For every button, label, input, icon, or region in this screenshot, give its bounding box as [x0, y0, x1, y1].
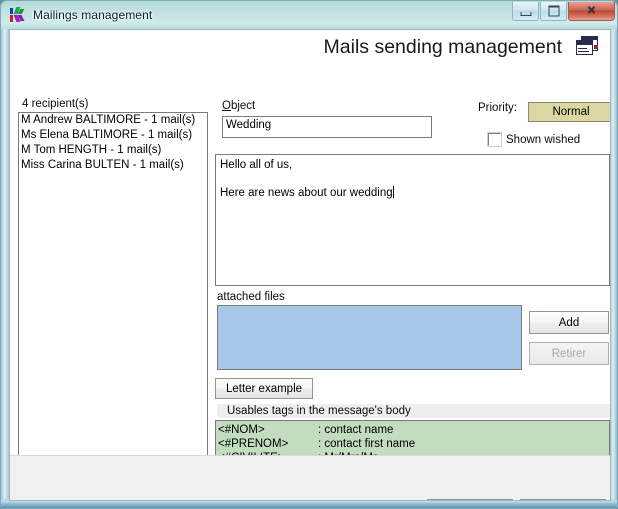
window-title: Mailings management [33, 8, 153, 22]
list-item[interactable]: Miss Carina BULTEN - 1 mail(s) [19, 158, 207, 173]
shown-wished-checkbox[interactable] [487, 132, 502, 147]
add-attachment-button[interactable]: Add [529, 311, 609, 334]
message-body-line-3: Here are news about our wedding [220, 186, 609, 200]
attached-files-listbox[interactable] [217, 305, 522, 370]
list-item[interactable]: Ms Elena BALTIMORE - 1 mail(s) [19, 128, 207, 143]
send-button[interactable]: Send [427, 499, 513, 500]
app-k-icon [10, 7, 26, 23]
message-body-line-1: Hello all of us, [220, 159, 293, 171]
footer-panel [10, 455, 610, 500]
client-area: Mails sending management 4 recipient(s) … [9, 29, 611, 501]
minimize-button[interactable] [512, 2, 539, 21]
priority-button[interactable]: Normal [528, 102, 610, 122]
tag-row: <#PRENOM> : contact first name [218, 437, 609, 451]
tags-strip-label: Usables tags in the message's body [217, 404, 610, 418]
tag-desc: : contact first name [318, 438, 416, 450]
object-label-accel: O [222, 100, 231, 112]
window-controls: ✕ [511, 2, 615, 21]
message-body-line-3-text: Here are news about our wedding [220, 187, 393, 199]
attached-files-label: attached files [217, 291, 285, 303]
window-frame-left [1, 29, 9, 508]
title-bar[interactable]: Mailings management ✕ [1, 1, 617, 29]
shown-wished-label: Shown wished [506, 133, 581, 146]
tag-desc: : contact name [318, 424, 394, 436]
minimize-icon [520, 12, 531, 16]
list-item[interactable]: M Tom HENGTH - 1 mail(s) [19, 143, 207, 158]
recipients-count-label: 4 recipient(s) [22, 98, 89, 110]
tag-name: <#NOM> [218, 424, 265, 436]
priority-label: Priority: [478, 102, 517, 114]
cancel-button[interactable]: ✕ Cancel [520, 499, 606, 500]
page-title: Mails sending management [323, 36, 562, 58]
close-icon: ✕ [586, 4, 597, 17]
object-input[interactable]: Wedding [222, 116, 432, 138]
object-label-rest: bject [230, 100, 256, 112]
shown-wished-checkbox-row[interactable]: Shown wished [487, 132, 581, 147]
maximize-button[interactable] [540, 2, 567, 21]
maximize-icon [548, 5, 559, 17]
remove-attachment-button: Retirer [529, 342, 609, 365]
tag-name: <#PRENOM> [218, 438, 289, 450]
message-body-line-2 [220, 172, 609, 186]
tag-row: <#NOM> : contact name [218, 423, 609, 437]
close-button[interactable]: ✕ [568, 2, 615, 21]
text-caret [392, 186, 394, 198]
message-body-textarea[interactable]: Hello all of us, Here are news about our… [215, 154, 610, 286]
application-window: Mailings management ✕ Mails sending mana… [0, 0, 618, 509]
letter-example-button[interactable]: Letter example [215, 378, 313, 399]
page-header: Mails sending management [10, 30, 610, 68]
list-item[interactable]: M Andrew BALTIMORE - 1 mail(s) [19, 113, 207, 128]
object-label: Object [222, 100, 255, 112]
recipients-listbox[interactable]: M Andrew BALTIMORE - 1 mail(s) Ms Elena … [18, 112, 208, 495]
mail-windows-icon [576, 36, 600, 58]
